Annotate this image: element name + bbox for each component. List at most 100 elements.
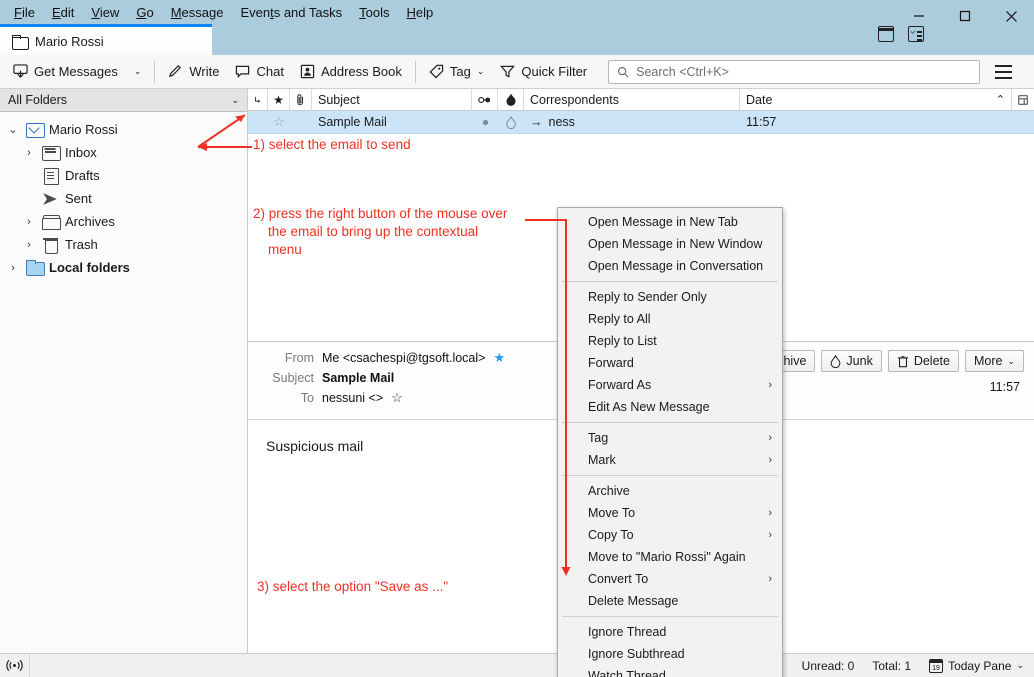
write-button[interactable]: Write — [161, 60, 226, 83]
menu-item-label: Watch Thread — [588, 669, 666, 677]
read-dot-icon — [482, 119, 488, 125]
menu-archive[interactable]: Archive — [558, 480, 782, 502]
star-icon[interactable]: ☆ — [273, 114, 285, 130]
sidebar-item-sent[interactable]: Sent — [0, 187, 247, 210]
annotation-step-3: 3) select the option "Save as ..." — [257, 579, 449, 594]
menu-move-to[interactable]: Move To › — [558, 502, 782, 524]
menu-copy-to[interactable]: Copy To › — [558, 524, 782, 546]
column-star[interactable]: ★ — [268, 88, 290, 111]
row-date-cell[interactable]: 11:57 — [740, 111, 1012, 134]
row-correspondents-cell[interactable]: → ness — [524, 111, 740, 134]
menu-mark[interactable]: Mark › — [558, 449, 782, 471]
window-controls — [896, 0, 1034, 32]
menu-events-and-tasks[interactable]: Events and Tasks — [232, 2, 350, 23]
search-input[interactable]: Search <Ctrl+K> — [608, 59, 981, 84]
menu-move-to-again[interactable]: Move to "Mario Rossi" Again — [558, 546, 782, 568]
annotation-step-2-line2: the email to bring up the contextual — [268, 224, 479, 239]
column-correspondents[interactable]: Correspondents — [524, 88, 740, 111]
get-messages-button[interactable]: Get Messages — [6, 60, 125, 83]
column-picker-button[interactable] — [1012, 89, 1034, 111]
row-subject-cell[interactable]: Sample Mail — [312, 111, 472, 134]
quick-filter-button[interactable]: Quick Filter — [493, 60, 594, 83]
row-junk-cell[interactable] — [498, 111, 524, 134]
menu-convert-to[interactable]: Convert To › — [558, 568, 782, 590]
menu-open-in-new-tab[interactable]: Open Message in New Tab — [558, 211, 782, 233]
folder-mode-label: All Folders — [8, 93, 68, 107]
row-subject-label: Sample Mail — [318, 115, 387, 129]
sidebar-item-archives[interactable]: › Archives — [0, 210, 247, 233]
minimize-button[interactable] — [896, 0, 942, 32]
sidebar-item-label: Local folders — [49, 260, 130, 275]
address-book-button[interactable]: Address Book — [293, 60, 409, 83]
twisty-icon[interactable]: › — [22, 216, 36, 228]
status-bar: Unread: 0 Total: 1 19 Today Pane ⌄ — [0, 653, 1034, 677]
sent-icon — [42, 191, 59, 206]
twisty-icon[interactable]: › — [22, 239, 36, 251]
menu-watch-thread[interactable]: Watch Thread — [558, 665, 782, 677]
sidebar-item-trash[interactable]: › Trash — [0, 233, 247, 256]
menu-reply-to-all[interactable]: Reply to All — [558, 308, 782, 330]
menu-ignore-thread[interactable]: Ignore Thread — [558, 621, 782, 643]
menu-edit[interactable]: Edit — [44, 2, 82, 23]
tag-button[interactable]: Tag ⌄ — [422, 60, 492, 83]
star-filled-icon[interactable]: ★ — [493, 350, 505, 366]
tab-mario-rossi[interactable]: Mario Rossi — [0, 24, 212, 55]
menu-forward-as[interactable]: Forward As › — [558, 374, 782, 396]
from-value[interactable]: Me <csachespi@tgsoft.local> — [322, 351, 485, 365]
menu-tag[interactable]: Tag › — [558, 427, 782, 449]
sidebar-item-label: Inbox — [65, 145, 97, 160]
menu-open-in-conversation[interactable]: Open Message in Conversation — [558, 255, 782, 277]
sidebar-item-local-folders[interactable]: › Local folders — [0, 256, 247, 279]
star-empty-icon[interactable]: ☆ — [391, 390, 403, 406]
column-date[interactable]: Date ⌃ — [740, 88, 1012, 111]
menu-view[interactable]: View — [83, 2, 127, 23]
inbox-icon — [42, 145, 61, 161]
menu-tools[interactable]: Tools — [351, 2, 397, 23]
chat-button[interactable]: Chat — [228, 60, 290, 83]
annotation-arrow-1 — [197, 114, 252, 151]
column-unread[interactable] — [472, 88, 498, 111]
menu-forward[interactable]: Forward — [558, 352, 782, 374]
menu-item-label: Reply to Sender Only — [588, 290, 707, 304]
more-button[interactable]: More ⌄ — [964, 350, 1024, 372]
menu-go[interactable]: Go — [128, 2, 161, 23]
menu-separator — [562, 475, 778, 476]
column-attachment[interactable] — [290, 88, 312, 111]
menu-reply-to-sender-only[interactable]: Reply to Sender Only — [558, 286, 782, 308]
menu-item-label: Open Message in New Window — [588, 237, 763, 251]
menu-edit-as-new-message[interactable]: Edit As New Message — [558, 396, 782, 418]
tab-strip: Mario Rossi — [0, 24, 212, 55]
menu-file[interactable]: File — [6, 2, 43, 23]
row-unread-cell[interactable] — [472, 111, 498, 134]
menu-item-label: Open Message in Conversation — [588, 259, 764, 273]
get-messages-dropdown[interactable]: ⌄ — [127, 63, 149, 80]
delete-button[interactable]: Delete — [887, 350, 959, 372]
menu-help[interactable]: Help — [399, 2, 442, 23]
calendar-icon[interactable] — [878, 26, 894, 42]
to-value[interactable]: nessuni <> — [322, 391, 383, 405]
menu-item-label: Mark — [588, 453, 616, 467]
junk-label: Junk — [846, 354, 873, 368]
menu-ignore-subthread[interactable]: Ignore Subthread — [558, 643, 782, 665]
menu-item-label: Archive — [588, 484, 630, 498]
app-menu-button[interactable] — [990, 59, 1016, 85]
column-junk[interactable] — [498, 88, 524, 111]
menu-delete-message[interactable]: Delete Message — [558, 590, 782, 612]
junk-button[interactable]: Junk — [821, 350, 882, 372]
twisty-icon[interactable]: › — [6, 262, 20, 274]
twisty-icon[interactable]: ⌄ — [6, 123, 20, 136]
table-row[interactable]: ☆ Sample Mail → ness 11:57 — [248, 111, 1034, 134]
menu-message[interactable]: Message — [163, 2, 232, 23]
today-pane-button[interactable]: 19 Today Pane ⌄ — [929, 658, 1024, 673]
submenu-arrow-icon: › — [768, 529, 772, 541]
menu-reply-to-list[interactable]: Reply to List — [558, 330, 782, 352]
row-star-cell[interactable]: ☆ — [268, 111, 290, 134]
close-button[interactable] — [988, 0, 1034, 32]
twisty-icon[interactable]: › — [22, 147, 36, 159]
menu-open-in-new-window[interactable]: Open Message in New Window — [558, 233, 782, 255]
column-subject[interactable]: Subject — [312, 88, 472, 111]
maximize-button[interactable] — [942, 0, 988, 32]
sidebar-item-drafts[interactable]: Drafts — [0, 164, 247, 187]
to-label: To — [300, 391, 314, 405]
connection-status[interactable] — [0, 653, 30, 677]
